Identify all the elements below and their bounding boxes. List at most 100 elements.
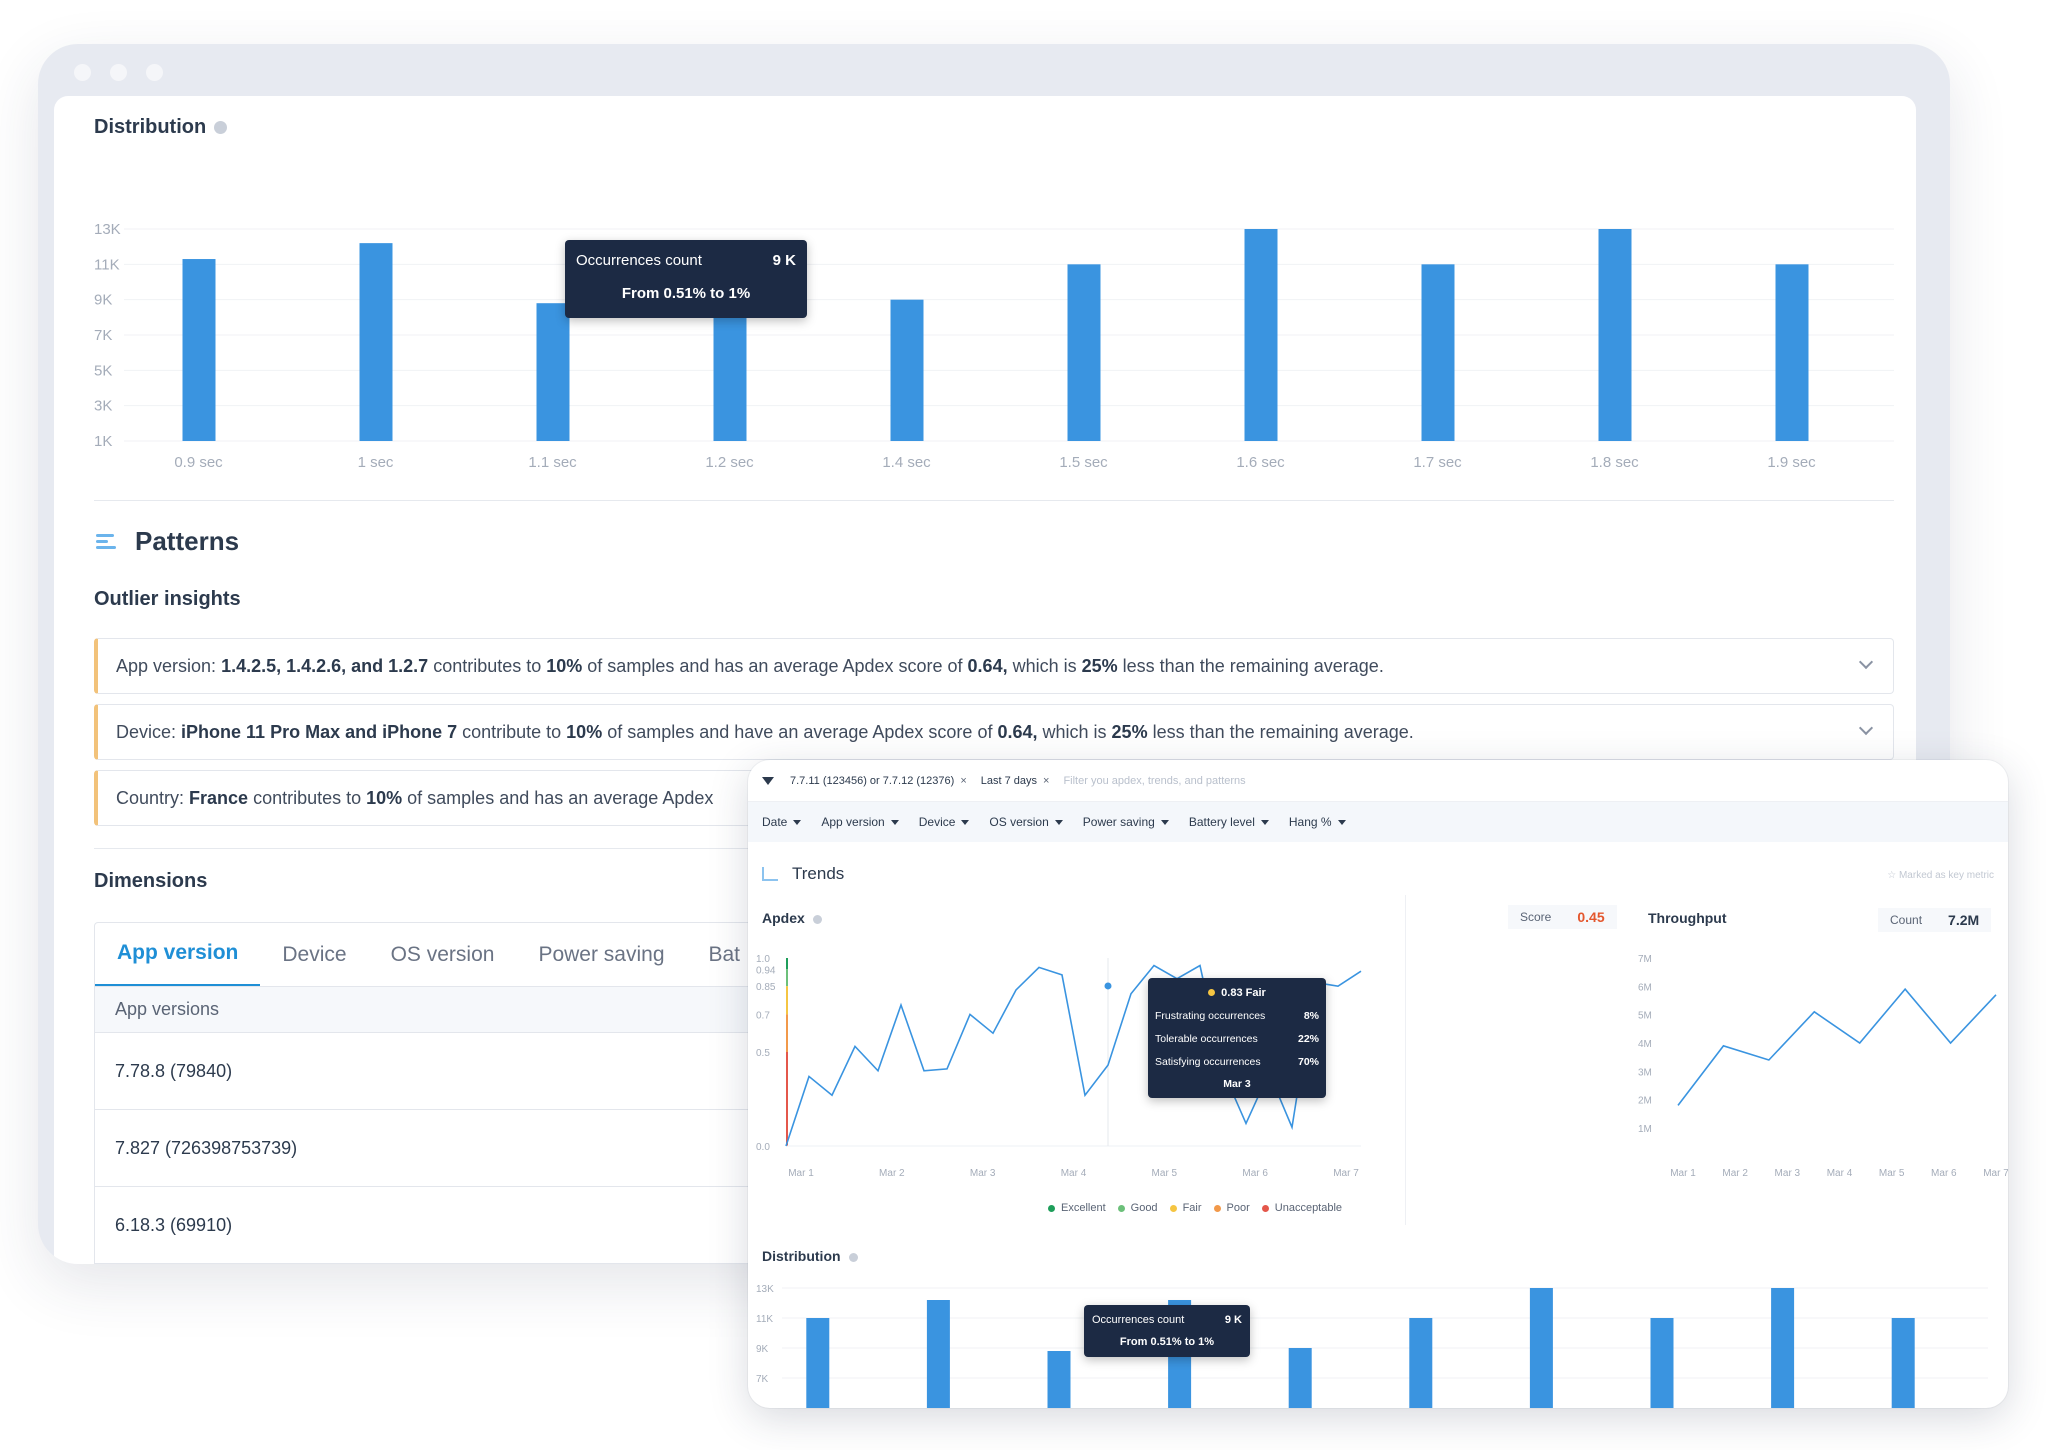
filter-chip[interactable]: 7.7.11 (123456) or 7.7.12 (12376) × [790,775,967,787]
bar [1067,264,1101,441]
tab-power-saving[interactable]: Power saving [516,923,686,987]
tooltip-row-value: 70% [1297,1056,1319,1068]
insight-row-app-version[interactable]: App version: 1.4.2.5, 1.4.2.6, and 1.2.7 c… [94,638,1894,694]
filter-chip[interactable]: Last 7 days × [981,775,1050,787]
patterns-title: Patterns [135,526,240,556]
trend-chart-icon [762,867,778,881]
x-tick-label: 1.7 sec [1413,454,1462,471]
hover-point [1104,982,1112,990]
legend-label: Fair [1182,1202,1202,1214]
insight-bold: iPhone 11 Pro Max and iPhone 7 [181,721,458,742]
key-metric-toggle[interactable]: ☆ Marked as key metric [1887,870,1994,881]
insight-label: Country: [116,787,185,808]
legend-item: Good [1117,1202,1158,1214]
filter-icon[interactable] [762,776,774,785]
apdex-heading: Apdex [762,910,822,926]
apdex-band [786,1052,788,1146]
dropdown-label: Power saving [1082,815,1155,829]
throughput-series-line [1677,987,1997,1106]
tooltip-title-text: 0.83 Fair [1221,987,1266,999]
dropdown-label: OS version [989,815,1049,829]
tab-os-version[interactable]: OS version [369,923,517,987]
tooltip-value: 9 K [772,252,796,269]
dropdown-bar: Date App version Device OS version Power… [748,802,2008,842]
filter-input[interactable]: Filter you apdex, trends, and patterns [1063,775,1245,787]
x-tick-label: Mar 1 [788,1168,814,1179]
close-icon[interactable]: × [1043,775,1049,787]
front-distribution-tooltip: Occurrences count 9 K From 0.51% to 1% [1084,1305,1250,1357]
score-value: 0.45 [1577,909,1605,925]
tab-device[interactable]: Device [260,923,368,987]
tooltip-row-label: Satisfying occurrences [1155,1056,1261,1068]
x-tick-label: Mar 3 [1775,1168,1801,1179]
y-tick-label: 0.0 [756,1142,770,1153]
y-tick-label: 1.0 [756,954,770,965]
y-tick-label: 13K [756,1284,774,1295]
info-icon[interactable] [848,1252,858,1262]
dimensions-title: Dimensions [94,870,208,892]
tooltip-row: Frustrating occurrences 8% [1155,1010,1319,1022]
y-tick-label: 0.7 [756,1010,770,1021]
x-tick-label: 1.8 sec [1590,454,1639,471]
x-tick-label: Mar 4 [1827,1168,1853,1179]
dropdown-label: Device [918,815,956,829]
distribution-tooltip: Occurrences count 9 K From 0.51% to 1% [565,240,807,318]
insight-row-device[interactable]: Device: iPhone 11 Pro Max and iPhone 7 con… [94,704,1894,760]
info-icon[interactable] [812,914,822,924]
device-dropdown[interactable]: Device [919,815,970,829]
x-tick-label: Mar 5 [1879,1168,1905,1179]
legend-label: Good [1130,1202,1158,1214]
front-distribution-heading: Distribution [762,1248,858,1264]
insight-text: of samples and has an average Apdex scor… [587,655,963,676]
insight-text: which is [1012,655,1077,676]
chevron-down-icon[interactable] [1858,720,1874,736]
app-version-dropdown[interactable]: App version [821,815,899,829]
front-distribution-title: Distribution [762,1248,841,1264]
date-dropdown[interactable]: Date [762,815,802,829]
tooltip-date: Mar 3 [1223,1078,1251,1090]
chip-label: 7.7.11 (123456) or 7.7.12 (12376) [790,774,955,787]
bar [359,243,393,441]
y-tick-label: 0.85 [756,982,776,993]
apdex-title: Apdex [762,910,805,926]
close-icon[interactable]: × [960,775,966,787]
bar [926,1300,950,1408]
bar [536,303,570,441]
legend-dot-icon [1117,1204,1125,1212]
window-dot-icon [110,64,127,81]
legend-item: Excellent [1048,1202,1106,1214]
score-label: Score [1520,910,1552,924]
hang-dropdown[interactable]: Hang % [1289,815,1346,829]
power-saving-dropdown[interactable]: Power saving [1083,815,1169,829]
info-icon[interactable] [214,121,228,135]
bar [890,299,924,441]
tooltip-row-label: Tolerable occurrences [1155,1033,1258,1045]
insight-text: contributes to [433,655,542,676]
y-tick-label: 9K [94,292,112,309]
tab-app-version[interactable]: App version [95,923,261,987]
y-tick-label: 13K [94,221,121,238]
y-tick-label: 2M [1638,1096,1652,1107]
chevron-down-icon[interactable] [1858,654,1874,670]
x-tick-label: Mar 6 [1931,1168,1957,1179]
bar [182,259,216,441]
caret-down-icon [1337,819,1346,825]
distribution-heading: Distribution [94,116,228,139]
bar [1650,1318,1674,1408]
count-label: Count [1890,913,1923,927]
os-version-dropdown[interactable]: OS version [989,815,1063,829]
x-tick-label: Mar 7 [1983,1168,2008,1179]
tooltip-row-value: 22% [1297,1033,1319,1045]
insight-text: of samples and have an average Apdex sco… [607,721,993,742]
y-tick-label: 11K [756,1314,773,1325]
bar [806,1318,830,1408]
x-tick-label: 1 sec [358,454,394,471]
battery-level-dropdown[interactable]: Battery level [1189,815,1269,829]
y-tick-label: 5M [1638,1011,1652,1022]
caret-down-icon [961,819,970,825]
insight-bold: 10% [366,787,403,808]
trends-title: Trends [792,864,845,883]
legend-dot-icon [1169,1204,1177,1212]
caret-down-icon [793,819,802,825]
apdex-tooltip: 0.83 Fair Frustrating occurrences 8% Tole… [1148,978,1326,1098]
